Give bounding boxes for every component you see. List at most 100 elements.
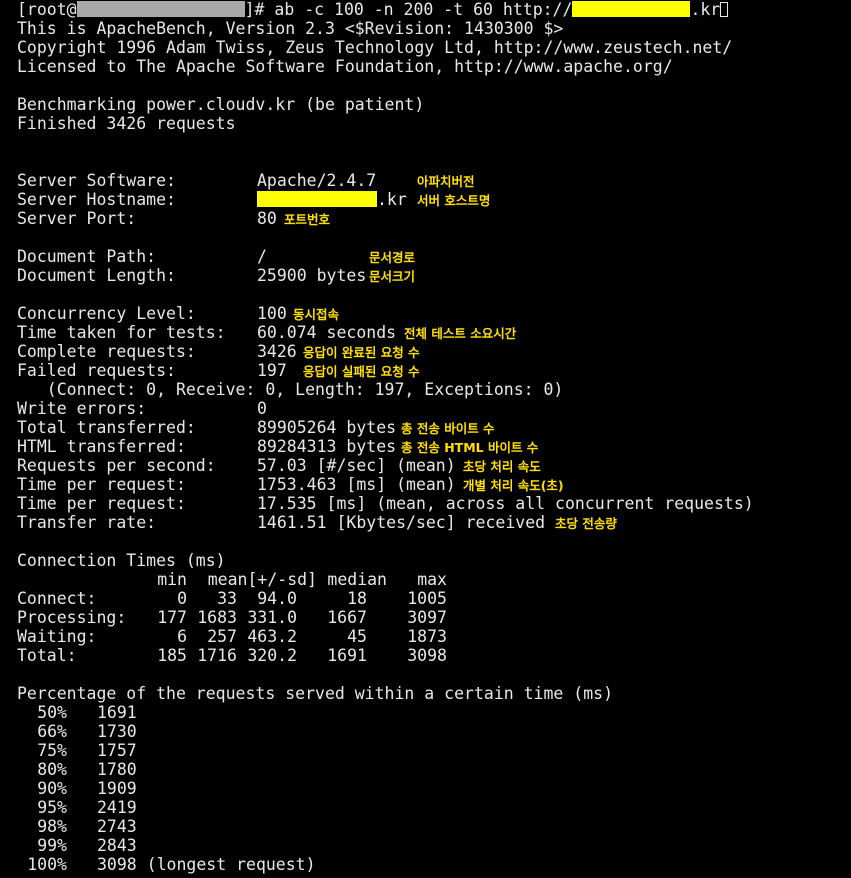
row-value: 0 [257,399,267,418]
command-text: ]# ab -c 100 -n 200 -t 60 http:// [244,0,573,19]
intro-line: Copyright 1996 Adam Twiss, Zeus Technolo… [17,38,733,57]
percentile-row: 95% 2419 [37,798,137,817]
row-label: Connect: [17,589,97,608]
row-label: Processing: [17,608,127,627]
row-label: Server Software: [17,171,176,190]
percentile-row: 75% 1757 [37,741,137,760]
percentile-row: 99% 2843 [37,836,137,855]
percentile-row: 80% 1780 [37,760,137,779]
stat-row: Time taken for tests: 60.074 seconds 전체 … [17,323,851,342]
text-cursor [720,2,729,17]
percentile-title: Percentage of the requests served within… [17,684,614,703]
annotation: 동시접속 [293,307,340,322]
terminal-window[interactable]: [root@ ]# ab -c 100 -n 200 -t 60 http://.… [0,0,851,874]
row-label: Write errors: [17,399,147,418]
intro-line: This is ApacheBench, Version 2.3 <$Revis… [17,19,564,38]
row-label: Server Hostname: [17,190,176,209]
document-length-row: Document Length: 25900 bytes 문서크기 [17,266,851,285]
percentile-row: 50% 1691 [37,703,137,722]
stat-row: Write errors: 0 [17,399,851,418]
header-mean: mean[+/-sd] [207,570,317,589]
intro-line: Licensed to The Apache Software Foundati… [17,57,673,76]
percentile-row: 98% 2743 [37,817,137,836]
annotation: 서버 호스트명 [417,193,491,208]
percentile-row: 100% 3098 (longest request) [27,855,316,874]
stat-row: HTML transferred: 89284313 bytes 총 전송 HT… [17,437,851,456]
annotation: 총 전송 HTML 바이트 수 [401,440,539,455]
row-value: 100 [257,304,287,323]
row-label: Time taken for tests: [17,323,226,342]
annotation: 문서크기 [369,269,416,284]
connection-times-row: Waiting: 6 257 463.2 45 1873 [17,627,447,646]
stat-row: Total transferred: 89905264 bytes 총 전송 바… [17,418,851,437]
server-hostname-row: Server Hostname: .kr 서버 호스트명 [17,190,851,209]
row-value: 80 [257,209,277,228]
annotation: 초당 처리 속도 [463,459,541,474]
connection-times-row: Processing: 177 1683 331.0 1667 3097 [17,608,447,627]
row-value: / [257,247,267,266]
failed-detail: (Connect: 0, Receive: 0, Length: 197, Ex… [17,380,564,399]
stat-row: Requests per second: 57.03 [#/sec] (mean… [17,456,851,475]
row-value: 89284313 bytes [257,437,397,456]
stat-row: Concurrency Level: 100 동시접속 [17,304,851,323]
header-min: min [157,570,187,589]
annotation: 문서경로 [369,250,416,265]
annotation: 전체 테스트 소요시간 [404,326,517,341]
hostname-suffix: .kr [377,190,407,209]
annotation: 개별 처리 속도(초) [463,478,564,493]
row-label: Time per request: [17,494,186,513]
row-value: 25900 bytes [257,266,367,285]
row-label: Failed requests: [17,361,176,380]
row-value: 17.535 [ms] (mean, across all concurrent… [257,494,754,513]
header-max: max [417,570,447,589]
status-line: Finished 3426 requests [17,114,236,133]
row-value: 60.074 seconds [257,323,397,342]
stat-row: Complete requests: 3426 응답이 완료된 요청 수 [17,342,851,361]
annotation: 응답이 실패된 요청 수 [303,364,420,379]
status-line: Benchmarking power.cloudv.kr (be patient… [17,95,425,114]
row-label: Document Path: [17,247,157,266]
annotation: 초당 전송량 [555,516,617,531]
redacted-url-host [572,1,691,17]
url-suffix: .kr [690,0,721,19]
row-label: Concurrency Level: [17,304,196,323]
row-label: Total transferred: [17,418,196,437]
row-label: Server Port: [17,209,137,228]
row-value: 3426 [257,342,297,361]
row-value: 197 [257,361,287,380]
row-value: 89905264 bytes [257,418,397,437]
annotation: 총 전송 바이트 수 [401,421,495,436]
row-label: HTML transferred: [17,437,186,456]
connection-times-header: min mean[+/-sd] median max [17,570,851,589]
percentile-row: 66% 1730 [37,722,137,741]
annotation: 응답이 완료된 요청 수 [303,345,420,360]
command-line: [root@ ]# ab -c 100 -n 200 -t 60 http://.… [17,0,851,19]
document-path-row: Document Path: / 문서경로 [17,247,851,266]
row-value: 57.03 [#/sec] (mean) [257,456,456,475]
stat-row: Time per request: 17.535 [ms] (mean, acr… [17,494,851,513]
percentile-row: 90% 1909 [37,779,137,798]
connection-times-title: Connection Times (ms) [17,551,226,570]
row-label: Time per request: [17,475,186,494]
row-value: 1753.463 [ms] (mean) [257,475,456,494]
connection-times-row: Connect: 0 33 94.0 18 1005 [17,589,447,608]
row-label: Transfer rate: [17,513,157,532]
server-software-row: Server Software: Apache/2.4.7 아파치버전 [17,171,851,190]
annotation: 포트번호 [284,212,331,227]
row-value: Apache/2.4.7 [257,171,377,190]
stat-row: Failed requests: 197 응답이 실패된 요청 수 [17,361,851,380]
redacted-hostname [257,191,377,207]
server-port-row: Server Port: 80 포트번호 [17,209,851,228]
annotation: 아파치버전 [417,174,475,189]
row-label: Requests per second: [17,456,216,475]
row-label: Total: [17,646,77,665]
connection-times-row: Total: 185 1716 320.2 1691 3098 [17,646,447,665]
prompt-prefix: [root@ [17,0,77,19]
row-label: Document Length: [17,266,176,285]
redacted-hostname [76,1,245,17]
header-median: median [327,570,387,589]
row-label: Complete requests: [17,342,196,361]
stat-row: Transfer rate: 1461.51 [Kbytes/sec] rece… [17,513,851,532]
row-label: Waiting: [17,627,97,646]
stat-row: Time per request: 1753.463 [ms] (mean) 개… [17,475,851,494]
